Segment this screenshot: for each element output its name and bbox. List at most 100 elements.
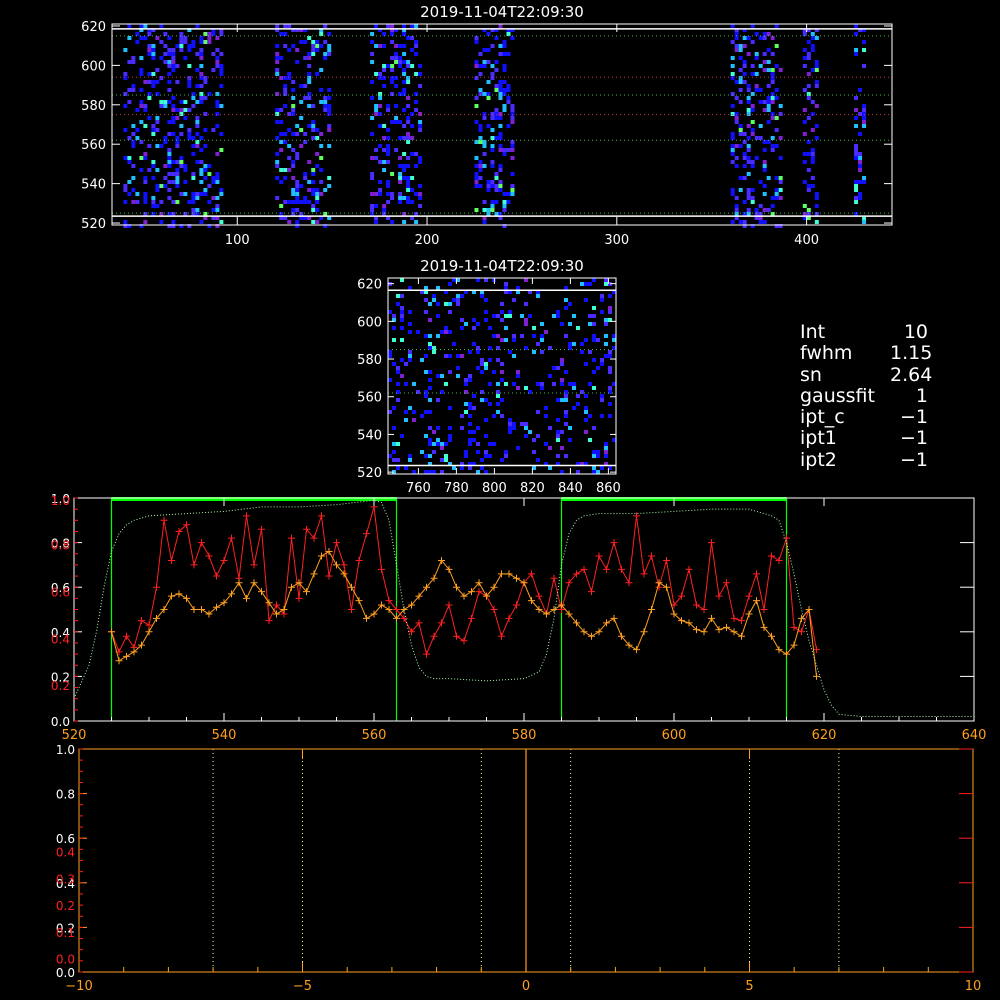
raster-pixel (584, 418, 588, 422)
raster-pixel (592, 454, 596, 458)
raster-pixel (498, 80, 503, 84)
series-red-point (160, 516, 168, 524)
raster-pixel (512, 334, 516, 338)
raster-pixel (398, 156, 403, 160)
raster-pixel (738, 176, 743, 180)
raster-pixel (319, 100, 324, 104)
raster-pixel (474, 36, 479, 40)
raster-pixel (199, 52, 204, 56)
raster-pixel (418, 160, 423, 164)
raster-pixel (315, 208, 320, 212)
raster-pixel (464, 450, 468, 454)
raster-pixel (600, 294, 604, 298)
raster-pixel (508, 418, 512, 422)
raster-pixel (275, 44, 280, 48)
raster-pixel (746, 172, 751, 176)
raster-pixel (414, 44, 419, 48)
raster-pixel (299, 200, 304, 204)
raster-pixel (167, 152, 172, 156)
raster-pixel (295, 180, 300, 184)
raster-pixel (378, 76, 383, 80)
raster-pixel (155, 68, 160, 72)
raster-pixel (858, 88, 863, 92)
raster-pixel (163, 104, 168, 108)
raster-pixel (398, 192, 403, 196)
raster-pixel (147, 48, 152, 52)
raster-pixel (179, 124, 184, 128)
raster-pixel (392, 362, 396, 366)
raster-pixel (370, 176, 375, 180)
raster-pixel (440, 442, 444, 446)
raster-pixel (207, 32, 212, 36)
raster-pixel (291, 160, 296, 164)
raster-pixel (592, 334, 596, 338)
raster-pixel (199, 168, 204, 172)
raster-pixel (143, 192, 148, 196)
raster-pixel (806, 84, 811, 88)
raster-pixel (504, 338, 508, 342)
raster-pixel (516, 374, 520, 378)
raster-pixel (806, 116, 811, 120)
raster-pixel (498, 112, 503, 116)
raster-pixel (155, 204, 160, 208)
raster-pixel (123, 220, 128, 224)
raster-pixel (478, 164, 483, 168)
raster-pixel (159, 104, 164, 108)
raster-pixel (524, 422, 528, 426)
series-red-point (190, 561, 198, 569)
raster-pixel (512, 422, 516, 426)
y-tick-label: 620 (81, 20, 106, 35)
raster-pixel (564, 422, 568, 426)
raster-pixel (474, 176, 479, 180)
raster-pixel (374, 192, 379, 196)
raster-pixel (163, 32, 168, 36)
raster-pixel (580, 342, 584, 346)
raster-pixel (386, 180, 391, 184)
raster-pixel (386, 192, 391, 196)
raster-pixel (386, 200, 391, 204)
raster-pixel (127, 24, 132, 28)
raster-pixel (498, 88, 503, 92)
raster-pixel (734, 36, 739, 40)
raster-pixel (608, 414, 612, 418)
raster-pixel (175, 160, 180, 164)
series-red-point (693, 601, 700, 609)
x-tick-label: 820 (520, 481, 545, 496)
raster-pixel (428, 386, 432, 390)
series-red-point (610, 539, 618, 547)
raster-pixel (556, 430, 560, 434)
raster-pixel (746, 144, 751, 148)
raster-pixel (199, 48, 204, 52)
raster-pixel (404, 382, 408, 386)
raster-pixel (474, 184, 479, 188)
raster-pixel (394, 84, 399, 88)
raster-pixel (592, 386, 596, 390)
raster-pixel (494, 36, 499, 40)
raster-pixel (392, 426, 396, 430)
raster-pixel (608, 386, 612, 390)
raster-pixel (472, 342, 476, 346)
raster-pixel (814, 196, 819, 200)
raster-pixel (730, 136, 735, 140)
raster-pixel (402, 168, 407, 172)
raster-pixel (734, 164, 739, 168)
series-red-point (468, 614, 475, 622)
raster-pixel (600, 394, 604, 398)
raster-pixel (175, 168, 180, 172)
raster-pixel (506, 100, 511, 104)
raster-pixel (183, 192, 188, 196)
raster-pixel (576, 394, 580, 398)
raster-pixel (406, 200, 411, 204)
raster-pixel (400, 278, 404, 282)
raster-pixel (283, 84, 288, 88)
raster-pixel (436, 426, 440, 430)
raster-pixel (406, 120, 411, 124)
raster-pixel (576, 326, 580, 330)
raster-pixel (862, 112, 867, 116)
raster-pixel (175, 144, 180, 148)
series-red-point (775, 556, 783, 564)
series-red-point (153, 583, 160, 591)
raster-pixel (315, 40, 320, 44)
raster-pixel (414, 72, 419, 76)
raster-pixel (398, 64, 403, 68)
